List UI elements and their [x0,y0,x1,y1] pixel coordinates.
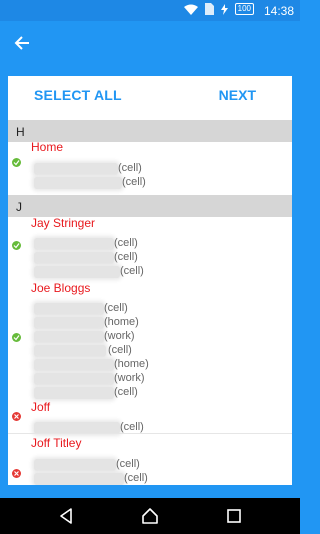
status-time: 14:38 [263,4,294,18]
phone-label: (cell) [114,251,138,263]
close-circle-icon [12,469,21,478]
contact-name[interactable]: Joe Bloggs [31,281,90,295]
phone-number-blurred [34,473,124,485]
status-icons: 100 [183,3,254,15]
close-circle-icon [12,412,21,421]
select-all-button[interactable]: SELECT ALL [34,87,122,103]
phone-label: (cell) [124,472,148,484]
check-circle-icon [12,158,21,167]
next-button[interactable]: NEXT [219,87,256,103]
phone-label: (home) [114,358,149,370]
check-circle-icon [12,333,21,342]
phone-label: (cell) [120,265,144,277]
phone-number-blurred [34,373,114,385]
phone-label: (cell) [104,302,128,314]
phone-number-blurred [34,177,122,189]
contact-name[interactable]: Jay Stringer [31,216,95,230]
phone-label: (cell) [116,458,140,470]
phone-label: (cell) [114,237,138,249]
section-letter: H [16,125,25,139]
phone-label: (cell) [108,344,132,356]
battery-level: 100 [234,3,254,15]
section-header-j: J [8,195,292,217]
contact-name[interactable]: Home [31,140,63,154]
status-bar: 100 14:38 [0,0,300,21]
action-bar: SELECT ALL NEXT [8,76,292,114]
divider [8,433,292,434]
nav-home-icon[interactable] [141,507,159,525]
phone-number-blurred [34,163,118,175]
contact-name[interactable]: Joff [31,400,50,414]
app-bar [0,21,300,65]
phone-label: (cell) [122,176,146,188]
phone-label: (cell) [120,421,144,433]
charging-icon [220,3,228,15]
wifi-icon [183,4,198,15]
phone-number-blurred [34,459,116,471]
arrow-left-icon[interactable] [12,33,32,53]
contact-name[interactable]: Joff Titley [31,436,81,450]
phone-label: (cell) [118,162,142,174]
section-letter: J [16,200,22,214]
phone-number-blurred [34,359,114,371]
phone-number-blurred [34,303,104,315]
phone-label: (work) [104,330,135,342]
contact-card: SELECT ALL NEXT H Home (cell) (cell) J J… [8,76,292,485]
phone-number-blurred [34,387,114,399]
section-header-h: H [8,120,292,142]
phone-label: (home) [104,316,139,328]
nav-back-icon[interactable] [57,507,75,525]
phone-number-blurred [34,345,106,357]
phone-number-blurred [34,252,114,264]
nav-recents-icon[interactable] [225,507,243,525]
phone-number-blurred [34,266,120,278]
navigation-bar [0,498,300,534]
phone-label: (work) [114,372,145,384]
phone-number-blurred [34,331,104,343]
sim-icon [204,3,214,15]
phone-label: (cell) [114,386,138,398]
phone-number-blurred [34,317,104,329]
check-circle-icon [12,241,21,250]
phone-number-blurred [34,238,114,250]
